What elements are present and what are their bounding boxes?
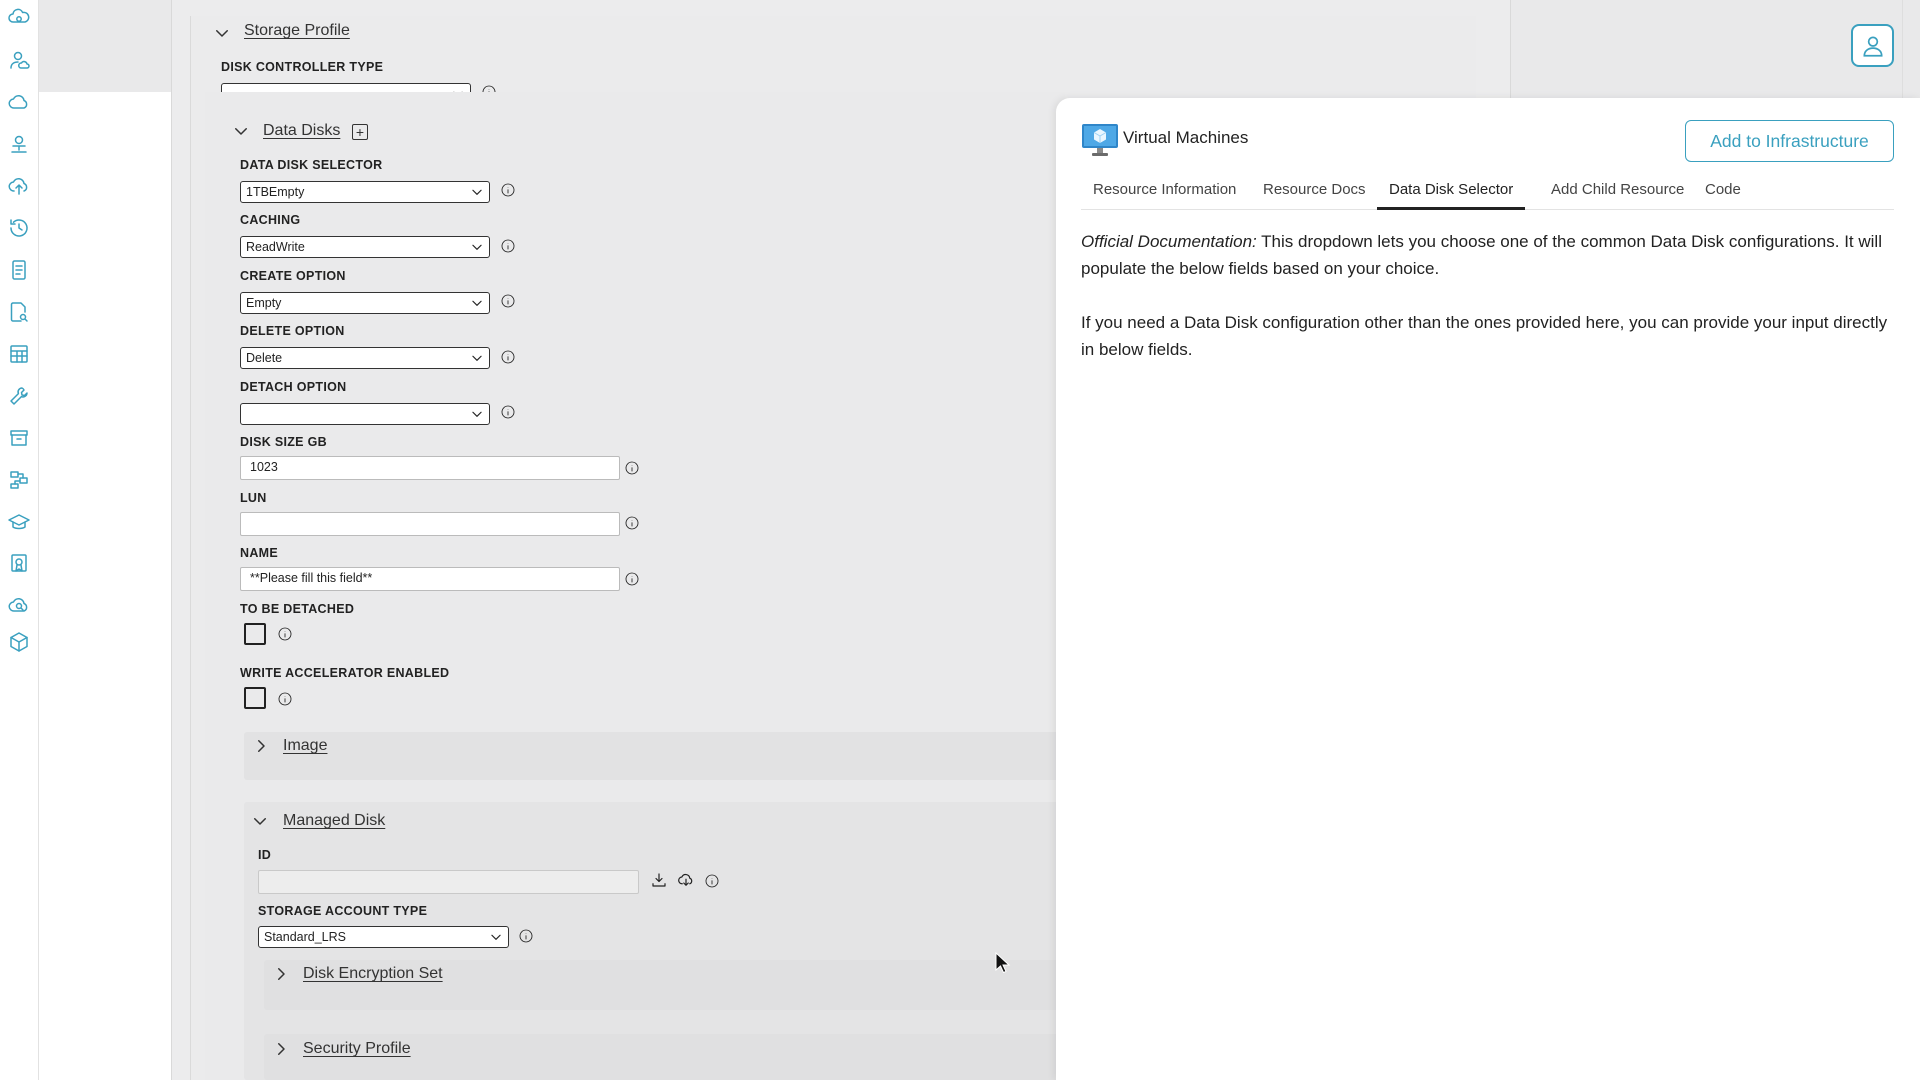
- info-icon[interactable]: [518, 928, 534, 944]
- tab-data-disk-selector[interactable]: Data Disk Selector: [1377, 176, 1526, 210]
- create-option-label: CREATE OPTION: [240, 269, 346, 283]
- managed-disk-id-input[interactable]: [258, 870, 639, 894]
- network-user-icon[interactable]: [6, 131, 32, 157]
- archive-icon[interactable]: [6, 425, 32, 451]
- cloud-download-icon[interactable]: [677, 871, 695, 889]
- chevron-down-icon: [470, 351, 484, 365]
- cloud-upload-icon[interactable]: [6, 173, 32, 199]
- security-profile-title[interactable]: Security Profile: [303, 1040, 411, 1058]
- cloud-search-icon[interactable]: [6, 593, 32, 619]
- wrench-icon[interactable]: [6, 383, 32, 409]
- doc-paragraph-2: If you need a Data Disk configuration ot…: [1081, 313, 1888, 359]
- chevron-down-icon: [470, 407, 484, 421]
- disk-size-label: DISK SIZE GB: [240, 435, 327, 449]
- caching-label: CACHING: [240, 213, 301, 227]
- delete-option-label: DELETE OPTION: [240, 324, 345, 338]
- storage-account-type-select[interactable]: Standard_LRS: [258, 926, 509, 948]
- panel-title: Virtual Machines: [1123, 128, 1249, 147]
- lun-input[interactable]: [240, 512, 620, 536]
- left-backdrop: [39, 92, 171, 1080]
- info-icon[interactable]: [500, 238, 516, 254]
- id-label: ID: [258, 848, 272, 862]
- delete-option-select[interactable]: Delete: [240, 347, 490, 369]
- to-be-detached-label: TO BE DETACHED: [240, 602, 355, 616]
- workflow-icon[interactable]: [6, 467, 32, 493]
- documentation-text: Official Documentation: This dropdown le…: [1081, 228, 1893, 390]
- write-accelerator-label: WRITE ACCELERATOR ENABLED: [240, 666, 450, 680]
- certificate-icon[interactable]: [6, 551, 32, 577]
- left-nav-rail: [0, 0, 39, 1080]
- data-disk-selector-label: DATA DISK SELECTOR: [240, 158, 383, 172]
- caching-select[interactable]: ReadWrite: [240, 236, 490, 258]
- image-section: [244, 732, 1064, 780]
- table-icon[interactable]: [6, 341, 32, 367]
- info-icon[interactable]: [704, 873, 720, 889]
- detach-option-label: DETACH OPTION: [240, 380, 347, 394]
- image-expand-icon[interactable]: [252, 737, 270, 755]
- tab-add-child-resource[interactable]: Add Child Resource: [1539, 176, 1696, 210]
- tab-code[interactable]: Code: [1693, 176, 1753, 210]
- document-search-icon[interactable]: [6, 299, 32, 325]
- info-icon[interactable]: [500, 293, 516, 309]
- doc-paragraph-1: Official Documentation: This dropdown le…: [1081, 228, 1893, 282]
- to-be-detached-checkbox[interactable]: [244, 623, 266, 645]
- cloud-icon[interactable]: [6, 89, 32, 115]
- user-icon: [1862, 35, 1883, 57]
- info-icon[interactable]: [624, 571, 640, 587]
- info-icon[interactable]: [500, 349, 516, 365]
- chevron-down-icon: [470, 296, 484, 310]
- create-option-select[interactable]: Empty: [240, 292, 490, 314]
- tab-resource-information[interactable]: Resource Information: [1081, 176, 1248, 210]
- doc-prefix: Official Documentation:: [1081, 232, 1257, 251]
- name-label: NAME: [240, 546, 279, 560]
- cloud-gear-icon[interactable]: [6, 5, 32, 31]
- document-list-icon[interactable]: [6, 257, 32, 283]
- info-icon[interactable]: [624, 515, 640, 531]
- user-cloud-icon[interactable]: [6, 47, 32, 73]
- cube-3d-icon[interactable]: [6, 629, 32, 655]
- data-disks-collapse-icon[interactable]: [232, 122, 250, 140]
- user-profile-button[interactable]: [1851, 24, 1894, 67]
- name-input[interactable]: **Please fill this field**: [240, 567, 620, 591]
- disk-controller-type-label: DISK CONTROLLER TYPE: [221, 60, 384, 74]
- lun-label: LUN: [240, 491, 267, 505]
- chevron-down-icon: [470, 185, 484, 199]
- graduation-cap-icon[interactable]: [6, 509, 32, 535]
- chevron-down-icon: [470, 240, 484, 254]
- data-disks-title[interactable]: Data Disks: [263, 122, 340, 140]
- write-accelerator-checkbox[interactable]: [244, 687, 266, 709]
- disk-encryption-set-title[interactable]: Disk Encryption Set: [303, 965, 443, 983]
- panel-tabs: Resource Information Resource Docs Data …: [1081, 176, 1894, 210]
- data-disk-selector-select[interactable]: 1TBEmpty: [240, 181, 490, 203]
- info-icon[interactable]: [500, 182, 516, 198]
- detach-option-select[interactable]: [240, 403, 490, 425]
- add-to-infrastructure-button[interactable]: Add to Infrastructure: [1685, 120, 1894, 162]
- add-data-disk-button[interactable]: +: [352, 124, 368, 140]
- disk-encryption-set-expand-icon[interactable]: [272, 965, 290, 983]
- storage-account-type-label: STORAGE ACCOUNT TYPE: [258, 904, 428, 918]
- tab-resource-docs[interactable]: Resource Docs: [1251, 176, 1378, 210]
- mouse-cursor-icon: [995, 951, 1011, 974]
- disk-size-input[interactable]: 1023: [240, 456, 620, 480]
- info-icon[interactable]: [277, 626, 293, 642]
- history-icon[interactable]: [6, 215, 32, 241]
- storage-profile-title[interactable]: Storage Profile: [244, 22, 350, 40]
- security-profile-expand-icon[interactable]: [272, 1040, 290, 1058]
- info-icon[interactable]: [500, 404, 516, 420]
- storage-profile-collapse-icon[interactable]: [213, 24, 231, 42]
- info-icon[interactable]: [277, 691, 293, 707]
- managed-disk-title[interactable]: Managed Disk: [283, 812, 385, 830]
- managed-disk-collapse-icon[interactable]: [251, 812, 269, 830]
- info-icon[interactable]: [624, 460, 640, 476]
- chevron-down-icon: [489, 930, 503, 944]
- download-icon[interactable]: [650, 871, 668, 889]
- virtual-machine-icon: [1081, 122, 1119, 158]
- image-title[interactable]: Image: [283, 737, 327, 755]
